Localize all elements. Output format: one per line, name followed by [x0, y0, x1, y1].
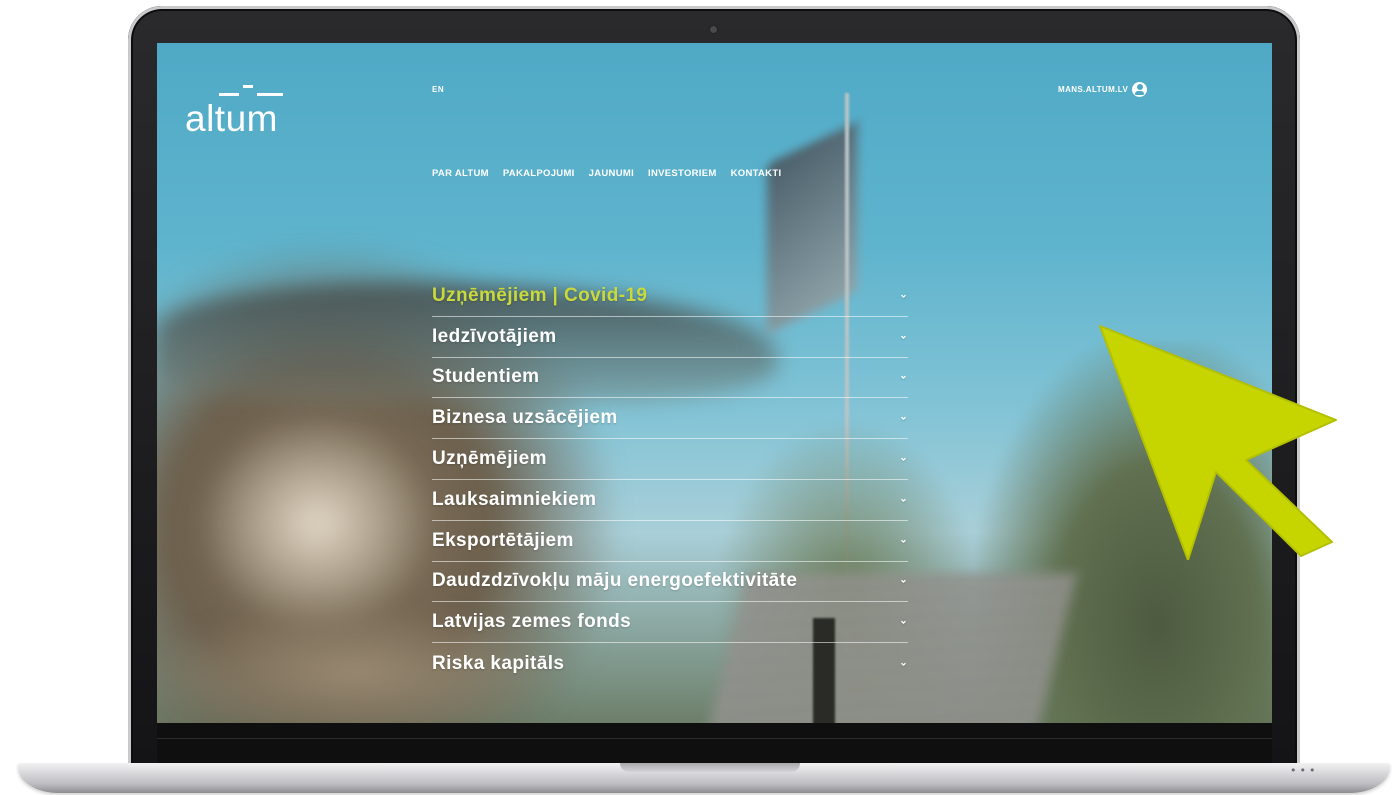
- logo-bars: [215, 80, 285, 100]
- altum-logo[interactable]: altum: [185, 78, 295, 139]
- menu-item-eksportetajiem[interactable]: Eksportētājiem ⌄: [432, 521, 908, 562]
- menu-item-iedzivotajiem[interactable]: Iedzīvotājiem ⌄: [432, 317, 908, 358]
- menu-item-lauksaimniekiem[interactable]: Lauksaimniekiem ⌄: [432, 480, 908, 521]
- account-link[interactable]: MANS.ALTUM.LV: [1058, 81, 1148, 97]
- background-blur-light: [197, 413, 437, 633]
- nav-item-investoriem[interactable]: INVESTORIEM: [648, 168, 717, 179]
- menu-item-riska-kapitals[interactable]: Riska kapitāls ⌄: [432, 643, 908, 684]
- menu-item-label: Studentiem: [432, 366, 540, 388]
- account-link-label: MANS.ALTUM.LV: [1058, 84, 1129, 94]
- menu-item-energoefektivitate[interactable]: Daudzdzīvokļu māju energoefektivitāte ⌄: [432, 562, 908, 603]
- more-dots-icon: •••: [1290, 764, 1319, 777]
- camera-dot: [710, 26, 717, 33]
- chevron-down-icon: ⌄: [899, 289, 908, 301]
- chevron-down-icon: ⌄: [899, 574, 908, 586]
- nav-item-par-altum[interactable]: PAR ALTUM: [432, 168, 489, 179]
- chevron-down-icon: ⌄: [899, 534, 908, 546]
- menu-item-label: Lauksaimniekiem: [432, 488, 597, 510]
- screen-bottom-bar: [157, 723, 1272, 763]
- menu-item-label: Daudzdzīvokļu māju energoefektivitāte: [432, 570, 798, 592]
- menu-item-label: Latvijas zemes fonds: [432, 611, 632, 633]
- cursor-arrow-icon: [1099, 325, 1337, 560]
- logo-text: altum: [185, 98, 278, 139]
- language-switch-link[interactable]: EN: [432, 85, 444, 94]
- menu-item-zemes-fonds[interactable]: Latvijas zemes fonds ⌄: [432, 602, 908, 644]
- chevron-down-icon: ⌄: [899, 493, 908, 505]
- nav-item-kontakti[interactable]: KONTAKTI: [731, 168, 782, 179]
- chevron-down-icon: ⌄: [899, 330, 908, 342]
- chevron-down-icon: ⌄: [899, 615, 908, 627]
- menu-item-covid[interactable]: Uzņēmējiem | Covid-19 ⌄: [432, 276, 908, 317]
- menu-item-label: Biznesa uzsācējiem: [432, 407, 618, 429]
- chevron-down-icon: ⌄: [899, 370, 908, 382]
- chevron-down-icon: ⌄: [899, 411, 908, 423]
- nav-item-jaunumi[interactable]: JAUNUMI: [589, 168, 634, 179]
- laptop-notch: [620, 763, 800, 772]
- top-navigation: PAR ALTUM PAKALPOJUMI JAUNUMI INVESTORIE…: [432, 168, 795, 179]
- menu-item-label: Uzņēmējiem | Covid-19: [432, 284, 648, 306]
- menu-item-label: Eksportētājiem: [432, 529, 574, 551]
- laptop-mockup: altum EN MANS.ALTUM.LV PAR ALTUM PAKALPO…: [0, 0, 1397, 795]
- menu-item-label: Iedzīvotājiem: [432, 325, 557, 347]
- chevron-down-icon: ⌄: [899, 452, 908, 464]
- menu-item-label: Uzņēmējiem: [432, 448, 547, 470]
- nav-item-pakalpojumi[interactable]: PAKALPOJUMI: [503, 168, 575, 179]
- cursor-arrow-shape: [1099, 325, 1337, 560]
- audience-menu: Uzņēmējiem | Covid-19 ⌄ Iedzīvotājiem ⌄ …: [432, 276, 908, 684]
- chevron-down-icon: ⌄: [899, 656, 908, 668]
- menu-item-uznemejiem[interactable]: Uzņēmējiem ⌄: [432, 439, 908, 480]
- menu-item-studentiem[interactable]: Studentiem ⌄: [432, 358, 908, 399]
- divider: [157, 738, 1272, 739]
- menu-item-biznesa-uzsacejiem[interactable]: Biznesa uzsācējiem ⌄: [432, 398, 908, 440]
- menu-item-label: Riska kapitāls: [432, 652, 565, 674]
- user-circle-icon: [1132, 81, 1148, 97]
